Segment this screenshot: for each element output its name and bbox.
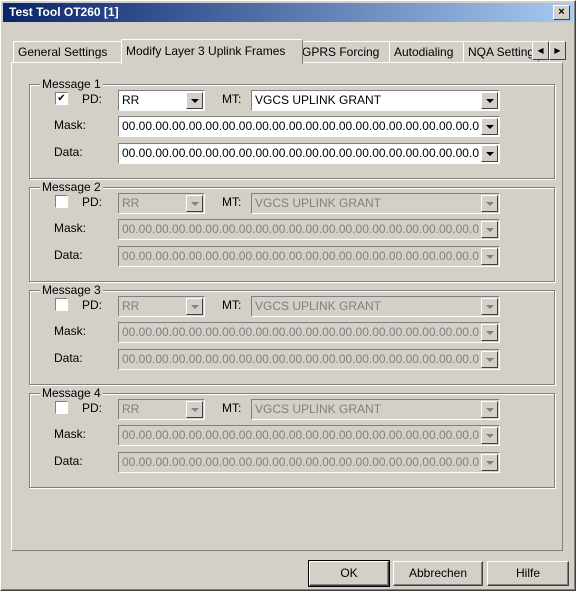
message-3-group: Message 3 PD: RR MT: VGCS UPLINK GRANT M… [29,283,555,385]
mt-value: VGCS UPLINK GRANT [255,299,382,313]
tab-scroll-right-icon[interactable]: ▶ [549,41,566,60]
cancel-button[interactable]: Abbrechen [393,561,483,586]
pd-value: RR [122,299,140,313]
chevron-down-icon[interactable] [481,351,498,368]
window-title: Test Tool OT260 [1] [9,5,119,19]
data-label: Data: [54,454,83,468]
group-title: Message 3 [40,283,103,297]
data-label: Data: [54,248,83,262]
mask-select[interactable]: 00.00.00.00.00.00.00.00.00.00.00.00.00.0… [118,219,500,240]
message-3-checkbox[interactable] [55,298,68,311]
group-title: Message 1 [40,77,103,91]
mt-select[interactable]: VGCS UPLINK GRANT [251,399,500,420]
mt-value: VGCS UPLINK GRANT [255,402,382,416]
mt-select[interactable]: VGCS UPLINK GRANT [251,90,500,111]
mt-select[interactable]: VGCS UPLINK GRANT [251,193,500,214]
mask-value: 00.00.00.00.00.00.00.00.00.00.00.00.00.0… [122,428,479,442]
data-label: Data: [54,351,83,365]
data-value: 00.00.00.00.00.00.00.00.00.00.00.00.00.0… [122,455,479,469]
ok-button[interactable]: OK [308,560,390,587]
pd-value: RR [122,402,140,416]
pd-label: PD: [82,195,103,209]
data-value: 00.00.00.00.00.00.00.00.00.00.00.00.00.0… [122,146,479,160]
chevron-down-icon[interactable] [481,92,498,109]
mask-value: 00.00.00.00.00.00.00.00.00.00.00.00.00.0… [122,222,479,236]
mt-label: MT: [222,195,242,209]
chevron-down-icon[interactable] [186,401,203,418]
tab-scroll-left-icon[interactable]: ◀ [532,41,549,60]
mask-value: 00.00.00.00.00.00.00.00.00.00.00.00.00.0… [122,325,479,339]
chevron-down-icon[interactable] [481,221,498,238]
message-1-group: Message 1 ✔ PD: RR MT: VGCS UPLINK GRANT… [29,77,555,179]
checkmark-icon: ✔ [57,93,66,104]
pd-select[interactable]: RR [118,399,205,420]
mask-select[interactable]: 00.00.00.00.00.00.00.00.00.00.00.00.00.0… [118,322,500,343]
chevron-down-icon[interactable] [481,454,498,471]
title-bar[interactable]: Test Tool OT260 [1] × [3,3,573,22]
pd-value: RR [122,196,140,210]
mt-label: MT: [222,298,242,312]
chevron-down-icon[interactable] [481,248,498,265]
data-value: 00.00.00.00.00.00.00.00.00.00.00.00.00.0… [122,352,479,366]
chevron-down-icon[interactable] [481,401,498,418]
data-select[interactable]: 00.00.00.00.00.00.00.00.00.00.00.00.00.0… [118,246,500,267]
chevron-down-icon[interactable] [481,427,498,444]
chevron-down-icon[interactable] [481,324,498,341]
chevron-down-icon[interactable] [186,298,203,315]
tab-gprs-forcing[interactable]: GPRS Forcing [297,41,395,62]
data-select[interactable]: 00.00.00.00.00.00.00.00.00.00.00.00.00.0… [118,349,500,370]
pd-select[interactable]: RR [118,296,205,317]
message-1-checkbox[interactable]: ✔ [55,92,68,105]
help-button[interactable]: Hilfe [487,561,569,586]
tab-autodialing[interactable]: Autodialing [389,41,469,62]
mask-label: Mask: [54,221,87,235]
chevron-down-icon[interactable] [481,298,498,315]
chevron-down-icon[interactable] [481,145,498,162]
pd-label: PD: [82,401,103,415]
mt-label: MT: [222,92,242,106]
message-4-group: Message 4 PD: RR MT: VGCS UPLINK GRANT M… [29,386,555,488]
message-2-group: Message 2 PD: RR MT: VGCS UPLINK GRANT M… [29,180,555,282]
mask-label: Mask: [54,118,87,132]
pd-value: RR [122,93,140,107]
mt-label: MT: [222,401,242,415]
mask-label: Mask: [54,324,87,338]
pd-label: PD: [82,298,103,312]
tab-strip: General Settings Modify Layer 3 Uplink F… [11,39,571,64]
message-2-checkbox[interactable] [55,195,68,208]
close-icon[interactable]: × [553,5,570,20]
mt-value: VGCS UPLINK GRANT [255,93,382,107]
mask-select[interactable]: 00.00.00.00.00.00.00.00.00.00.00.00.00.0… [118,425,500,446]
mask-label: Mask: [54,427,87,441]
chevron-down-icon[interactable] [186,195,203,212]
mask-value: 00.00.00.00.00.00.00.00.00.00.00.00.00.0… [122,119,479,133]
data-select[interactable]: 00.00.00.00.00.00.00.00.00.00.00.00.00.0… [118,143,500,164]
data-label: Data: [54,145,83,159]
tab-general-settings[interactable]: General Settings [13,41,127,62]
pd-select[interactable]: RR [118,90,205,111]
chevron-down-icon[interactable] [481,118,498,135]
mt-value: VGCS UPLINK GRANT [255,196,382,210]
pd-label: PD: [82,92,103,106]
dialog-window: Test Tool OT260 [1] × General Settings M… [0,0,576,591]
pd-select[interactable]: RR [118,193,205,214]
data-value: 00.00.00.00.00.00.00.00.00.00.00.00.00.0… [122,249,479,263]
tab-nqa-settings[interactable]: NQA Settings [463,41,539,62]
chevron-down-icon[interactable] [481,195,498,212]
mask-select[interactable]: 00.00.00.00.00.00.00.00.00.00.00.00.00.0… [118,116,500,137]
data-select[interactable]: 00.00.00.00.00.00.00.00.00.00.00.00.00.0… [118,452,500,473]
message-4-checkbox[interactable] [55,401,68,414]
tab-modify-layer3[interactable]: Modify Layer 3 Uplink Frames [121,39,303,64]
group-title: Message 4 [40,386,103,400]
chevron-down-icon[interactable] [186,92,203,109]
mt-select[interactable]: VGCS UPLINK GRANT [251,296,500,317]
group-title: Message 2 [40,180,103,194]
